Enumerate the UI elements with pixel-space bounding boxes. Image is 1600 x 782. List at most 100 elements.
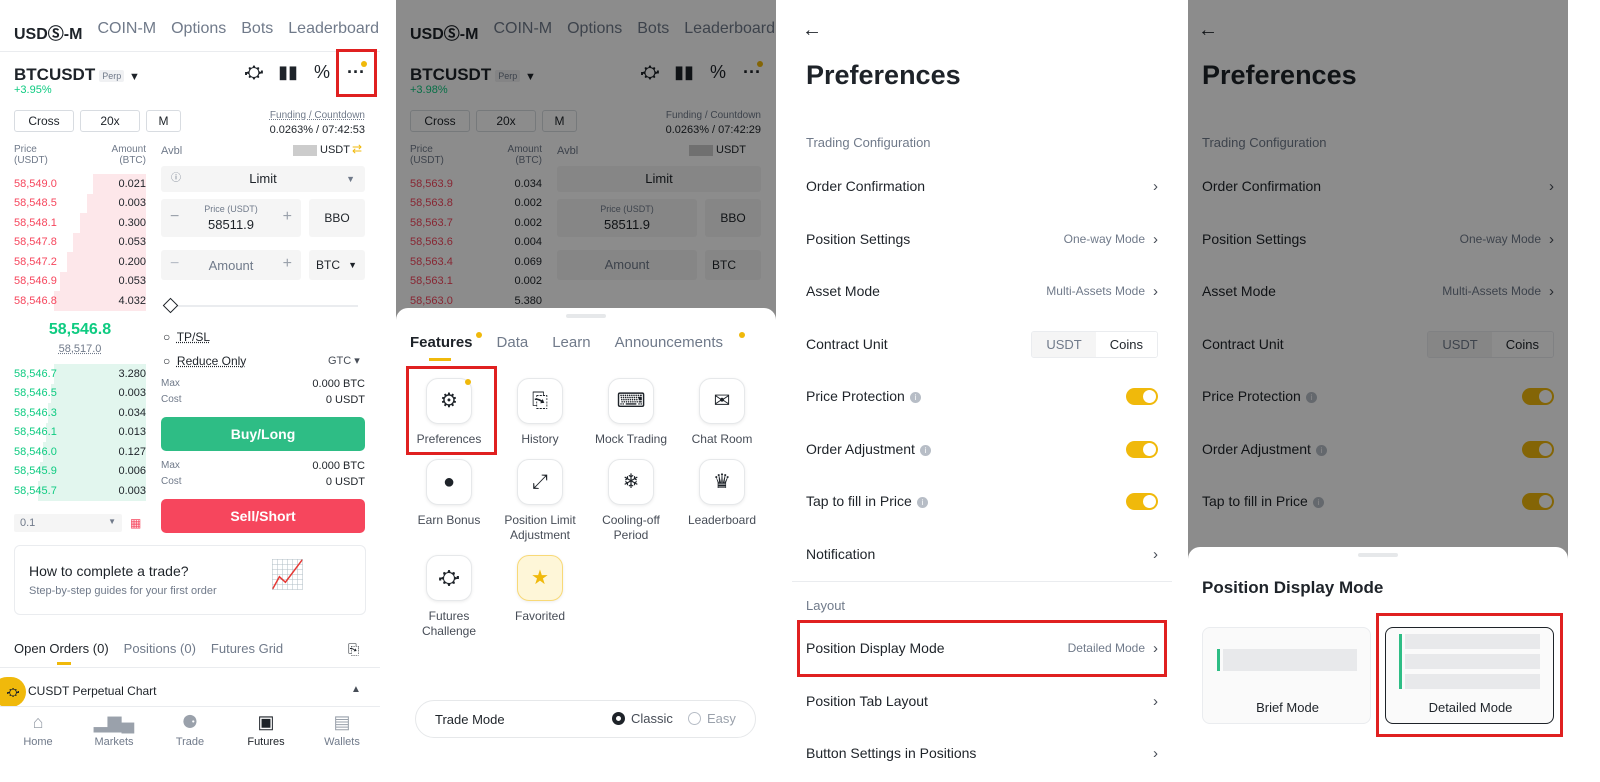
back-arrow-icon[interactable]: ← [802, 19, 822, 42]
unit-usdt[interactable]: USDT [1032, 331, 1096, 357]
feature-preferences[interactable]: ⚙ Preferences [408, 378, 490, 447]
feature-history[interactable]: ⎘ History [499, 378, 581, 447]
feature-cooling-off[interactable]: ❄ Cooling-off Period [590, 459, 672, 543]
sheet-handle[interactable] [566, 314, 606, 318]
bid-row[interactable]: 58,546.3 0.034 [14, 403, 146, 423]
amount-unit-select[interactable]: BTC ▼ [309, 250, 365, 280]
feature-earn-bonus[interactable]: ● Earn Bonus [408, 459, 490, 528]
preferences-screen: ← Preferences Trading Configuration Orde… [792, 0, 1172, 782]
ask-row[interactable]: 58,546.9 0.053 [14, 271, 146, 291]
orderbook-layout-icon[interactable]: ▦ [130, 516, 141, 530]
easy-radio[interactable]: Easy [688, 711, 736, 726]
feature-leaderboard[interactable]: ♛ Leaderboard [681, 459, 763, 528]
grid-bot-icon[interactable]: ⛮ [243, 62, 265, 83]
feature-mock-trading[interactable]: ⌨ Mock Trading [590, 378, 672, 447]
tab-leaderboard[interactable]: Leaderboard [288, 20, 379, 44]
feature-futures-challenge[interactable]: ⛮ Futures Challenge [408, 555, 490, 639]
bid-row[interactable]: 58,545.7 0.003 [14, 481, 146, 501]
detailed-mode-option[interactable]: Detailed Mode [1385, 627, 1554, 724]
plus-icon[interactable]: + [283, 208, 292, 226]
detailed-preview-block [1405, 634, 1540, 649]
tab-options[interactable]: Options [171, 20, 226, 44]
tab-bots[interactable]: Bots [241, 20, 273, 44]
order-type-select[interactable]: ⓘ Limit ▼ [161, 166, 365, 192]
candlestick-icon[interactable]: ▮▮ [277, 62, 299, 83]
contract-unit-toggle[interactable]: USDT Coins [1031, 330, 1158, 358]
chart-bar-label[interactable]: CUSDT Perpetual Chart [28, 684, 157, 698]
tab-data[interactable]: Data [497, 334, 529, 351]
tab-features[interactable]: Features [410, 334, 473, 351]
feature-position-limit[interactable]: ⤢ Position Limit Adjustment [499, 459, 581, 543]
classic-radio[interactable]: Classic [612, 711, 673, 726]
tab-usds-m[interactable]: USDⓈ-M [14, 20, 82, 44]
chevron-up-icon[interactable]: ▲ [351, 684, 361, 695]
position-display-mode-row[interactable]: Position Display Mode Detailed Mode › [806, 633, 1158, 663]
bid-row[interactable]: 58,546.5 0.003 [14, 383, 146, 403]
order-history-icon[interactable]: ⎘ [348, 641, 359, 658]
tab-coin-m[interactable]: COIN-M [97, 20, 156, 44]
nav-trade[interactable]: ⚈ Trade [160, 712, 220, 748]
feature-chat-room[interactable]: ✉ Chat Room [681, 378, 763, 447]
asset-mode-button[interactable]: M [146, 110, 181, 132]
depth-select[interactable]: 0.1 ▼ [14, 514, 122, 532]
ask-row[interactable]: 58,548.1 0.300 [14, 213, 146, 233]
tap-fill-toggle[interactable] [1126, 492, 1158, 510]
ask-row[interactable]: 58,546.8 4.032 [14, 291, 146, 311]
order-confirmation-row[interactable]: Order Confirmation › [806, 171, 1158, 201]
bbo-button[interactable]: BBO [309, 199, 365, 237]
symbol-selector[interactable]: BTCUSDT Perp ▼ [14, 65, 140, 85]
bid-row[interactable]: 58,545.9 0.006 [14, 461, 146, 481]
notification-row[interactable]: Notification › [806, 539, 1158, 569]
grid-bot-float-icon[interactable]: ⛮ [0, 677, 26, 707]
transfer-icon[interactable]: ⇄ [352, 142, 362, 156]
ask-row[interactable]: 58,547.2 0.200 [14, 252, 146, 272]
feature-favorited[interactable]: ★ Favorited [499, 555, 581, 624]
slider-handle[interactable] [162, 297, 179, 314]
margin-mode-button[interactable]: Cross [14, 110, 74, 132]
bid-row[interactable]: 58,546.1 0.013 [14, 422, 146, 442]
sell-short-button[interactable]: Sell/Short [161, 499, 365, 533]
brief-mode-option[interactable]: Brief Mode [1202, 627, 1371, 724]
order-adjustment-toggle[interactable] [1126, 440, 1158, 458]
chevron-right-icon: › [1153, 744, 1158, 762]
unit-coins[interactable]: Coins [1095, 331, 1157, 357]
price-protection-toggle[interactable] [1126, 387, 1158, 405]
ask-row[interactable]: 58,549.0 0.021 [14, 174, 146, 194]
button-settings-row[interactable]: Button Settings in Positions › [806, 738, 1158, 768]
ask-row[interactable]: 58,547.8 0.053 [14, 232, 146, 252]
amount-slider[interactable] [168, 305, 358, 307]
features-sheet: Features Data Learn Announcements ⚙ Prefe… [396, 308, 776, 782]
position-tabs: Open Orders (0) Positions (0) Futures Gr… [14, 641, 283, 656]
trade-guide-card[interactable]: How to complete a trade? Step-by-step gu… [14, 545, 366, 615]
sheet-handle[interactable] [1358, 553, 1398, 557]
tab-open-orders[interactable]: Open Orders (0) [14, 641, 109, 656]
percent-icon[interactable]: % [311, 62, 333, 83]
reduce-only-checkbox[interactable]: ○ Reduce Only [163, 354, 246, 368]
divider [0, 667, 380, 668]
tif-select[interactable]: GTC ▾ [328, 354, 360, 367]
nav-futures[interactable]: ▣ Futures [236, 712, 296, 748]
tab-learn[interactable]: Learn [552, 334, 590, 351]
buy-long-button[interactable]: Buy/Long [161, 417, 365, 451]
nav-markets[interactable]: ▂▆▄ Markets [84, 712, 144, 748]
tpsl-checkbox[interactable]: ○ TP/SL [163, 330, 210, 344]
leverage-button[interactable]: 20x [80, 110, 140, 132]
bid-row[interactable]: 58,546.7 3.280 [14, 364, 146, 384]
sheet-title: Position Display Mode [1202, 578, 1384, 597]
tab-announcements[interactable]: Announcements [615, 334, 723, 351]
price-input[interactable]: − Price (USDT) 58511.9 + [161, 199, 301, 237]
position-settings-row[interactable]: Position Settings One-way Mode › [806, 224, 1158, 254]
nav-wallets[interactable]: ▤ Wallets [312, 712, 372, 748]
asset-mode-row[interactable]: Asset Mode Multi-Assets Mode › [806, 276, 1158, 306]
avbl-label: Avbl [161, 145, 183, 157]
amount-input[interactable]: − Amount + [161, 250, 301, 280]
chevron-right-icon: › [1153, 545, 1158, 563]
bid-row[interactable]: 58,546.0 0.127 [14, 442, 146, 462]
ask-row[interactable]: 58,548.5 0.003 [14, 193, 146, 213]
tab-positions[interactable]: Positions (0) [124, 641, 196, 656]
nav-home[interactable]: ⌂ Home [8, 712, 68, 748]
chevron-right-icon: › [1153, 692, 1158, 710]
tab-futures-grid[interactable]: Futures Grid [211, 641, 283, 656]
position-tab-layout-row[interactable]: Position Tab Layout › [806, 686, 1158, 716]
plus-icon[interactable]: + [283, 255, 292, 273]
